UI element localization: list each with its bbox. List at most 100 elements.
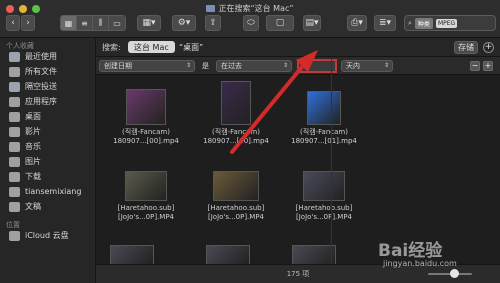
sidebar-item-label: tiansemixiang: [25, 187, 82, 196]
view-mode-selector[interactable]: ▦ ≡ ⫼ ▭: [60, 15, 126, 31]
list-view-icon[interactable]: ≡: [77, 16, 93, 30]
sidebar-item-label: 文稿: [25, 202, 41, 211]
sidebar-item-label: 最近使用: [25, 52, 57, 61]
column-view-icon[interactable]: ⫼: [93, 16, 109, 30]
watermark-url: jingyan.baidu.com: [383, 259, 457, 268]
save-search-button[interactable]: 存储: [454, 41, 478, 54]
quick-look-button[interactable]: ▤▾: [303, 15, 321, 31]
search-scope-bar: 搜索: 这台 Mac “桌面” 存储 +: [96, 38, 500, 57]
sidebar-item[interactable]: 文稿: [0, 199, 95, 214]
video-thumbnail: [126, 89, 166, 125]
file-name-line1: [Haretahoo.sub]: [117, 204, 175, 212]
file-name-line1: (직캠-Fancam): [300, 128, 348, 136]
search-kind-tag[interactable]: 种类: [414, 17, 433, 29]
file-name-line1: (직캠-Fancam): [212, 128, 260, 136]
applications-icon: [9, 96, 20, 107]
window-title: 正在搜索“这台 Mac”: [0, 3, 500, 14]
group-by-button[interactable]: ▦▾: [137, 15, 161, 31]
file-name-line2: 180907...[00].mp4: [203, 137, 269, 145]
action-gear-button[interactable]: ⚙▾: [172, 15, 196, 31]
sidebar-item[interactable]: 桌面: [0, 109, 95, 124]
printer-button[interactable]: ⎙▾: [347, 15, 367, 31]
popup-arrows-icon: ⇕: [383, 62, 389, 69]
clock-icon: [9, 51, 20, 62]
sidebar-item-label: 音乐: [25, 142, 41, 151]
unit-popup[interactable]: 天内 ⇕: [341, 60, 393, 72]
sidebar-item[interactable]: 音乐: [0, 139, 95, 154]
scope-desktop[interactable]: “桌面”: [173, 41, 209, 53]
sidebar-item[interactable]: 隔空投送: [0, 79, 95, 94]
sidebar: 个人收藏 最近使用所有文件隔空投送应用程序桌面影片音乐图片下载 tiansemix…: [0, 38, 96, 283]
sidebar-item[interactable]: 图片: [0, 154, 95, 169]
file-name-line2: [JoJo's...0P].MP4: [295, 213, 353, 221]
video-thumbnail[interactable]: [206, 245, 250, 265]
forward-button[interactable]: ›: [21, 15, 35, 31]
sidebar-item[interactable]: 所有文件: [0, 64, 95, 79]
airdrop-icon: [9, 81, 20, 92]
add-rule-button-2[interactable]: +: [483, 61, 493, 71]
is-label: 是: [202, 62, 209, 70]
sidebar-item-label: 应用程序: [25, 97, 57, 106]
sidebar-item-label: 影片: [25, 127, 41, 136]
icon-view-icon[interactable]: ▦: [61, 16, 77, 30]
downloads-icon: [9, 171, 20, 182]
toolbar: 正在搜索“这台 Mac” ‹ › ▦ ≡ ⫼ ▭ ▦▾ ⚙▾ ⇪ ⬭ ▢ ▤▾ …: [0, 0, 500, 38]
sidebar-item[interactable]: 最近使用: [0, 49, 95, 64]
documents-icon: [9, 201, 20, 212]
popup-arrows-icon: ⇕: [185, 62, 191, 69]
sidebar-item[interactable]: 下载: [0, 169, 95, 184]
search-field[interactable]: ⌕ 种类 MPEG: [404, 15, 496, 31]
sidebar-item[interactable]: 影片: [0, 124, 95, 139]
sort-button[interactable]: ≣▾: [374, 15, 396, 31]
video-thumbnail: [125, 171, 167, 201]
scope-this-mac[interactable]: 这台 Mac: [128, 41, 175, 53]
popup-arrows-icon: ⇕: [282, 62, 288, 69]
file-item[interactable]: [Haretahoo.sub] [JoJo's...0P].MP4: [280, 157, 368, 222]
remove-rule-button[interactable]: −: [470, 61, 480, 71]
search-scope-label: 搜索:: [102, 43, 121, 52]
search-token-mpeg[interactable]: MPEG: [435, 18, 458, 28]
gallery-view-icon[interactable]: ▭: [109, 16, 125, 30]
video-thumbnail: [221, 81, 251, 125]
file-name-line2: [JoJo's...0P].MP4: [207, 213, 265, 221]
search-rule-row: 创建日期 ⇕ 是 在过去 ⇕ 天内 ⇕ − +: [96, 57, 500, 75]
tag-button[interactable]: ⬭: [243, 15, 259, 31]
file-name-line2: 180907...[00].mp4: [113, 137, 179, 145]
home-icon: [9, 186, 20, 197]
video-thumbnail: [213, 171, 259, 201]
file-item[interactable]: [Haretahoo.sub] [JoJo's...0P].MP4: [102, 157, 190, 222]
sidebar-item[interactable]: 应用程序: [0, 94, 95, 109]
sidebar-item-label: 所有文件: [25, 67, 57, 76]
file-item[interactable]: (직캠-Fancam) 180907...[00].mp4: [102, 81, 190, 146]
video-thumbnail: [307, 91, 341, 125]
pictures-icon: [9, 156, 20, 167]
sidebar-item[interactable]: tiansemixiang: [0, 184, 95, 199]
favorites-header: 个人收藏: [6, 42, 34, 50]
video-thumbnail[interactable]: [110, 245, 154, 265]
sidebar-location-item[interactable]: iCloud 云盘: [0, 228, 95, 243]
back-button[interactable]: ‹: [6, 15, 20, 31]
video-thumbnail: [303, 171, 345, 201]
music-icon: [9, 141, 20, 152]
sidebar-item-label: 隔空投送: [25, 82, 57, 91]
attribute-popup[interactable]: 创建日期 ⇕: [99, 60, 195, 72]
file-item[interactable]: (직캠-Fancam) 180907...[01].mp4: [280, 81, 368, 146]
operator-popup[interactable]: 在过去 ⇕: [216, 60, 292, 72]
video-thumbnail[interactable]: [292, 245, 336, 265]
locations-header: 位置: [6, 221, 20, 229]
movies-icon: [9, 126, 20, 137]
file-name-line2: 180907...[01].mp4: [291, 137, 357, 145]
sidebar-item-label: 下载: [25, 172, 41, 181]
sidebar-item-label: 桌面: [25, 112, 41, 121]
icon-size-slider-knob[interactable]: [450, 269, 459, 278]
file-item[interactable]: (직캠-Fancam) 180907...[00].mp4: [192, 81, 280, 146]
file-name-line1: [Haretahoo.sub]: [207, 204, 265, 212]
icloud-icon: [9, 230, 20, 241]
file-item[interactable]: [Haretahoo.sub] [JoJo's...0P].MP4: [192, 157, 280, 222]
preview-button[interactable]: ▢: [266, 15, 294, 31]
add-rule-button[interactable]: +: [483, 42, 494, 53]
all-files-icon: [9, 66, 20, 77]
sidebar-item-label: iCloud 云盘: [25, 231, 69, 240]
desktop-icon: [9, 111, 20, 122]
share-button[interactable]: ⇪: [205, 15, 221, 31]
